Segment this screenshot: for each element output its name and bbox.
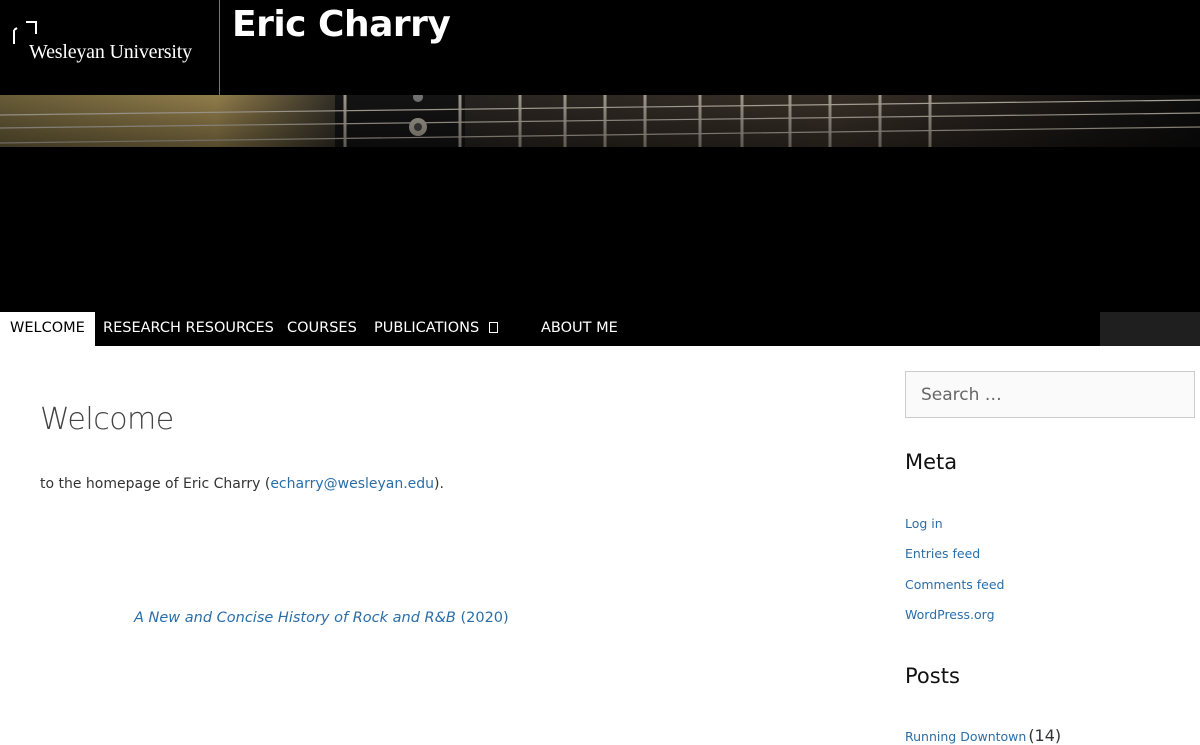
nav-item-courses[interactable]: COURSES <box>287 312 357 346</box>
nav-item-publications[interactable]: PUBLICATIONS <box>374 312 499 346</box>
nav-item-publications-label: PUBLICATIONS <box>374 320 480 336</box>
comments-feed-link[interactable]: Comments feed <box>905 577 1004 592</box>
submenu-toggle-icon[interactable] <box>489 322 499 333</box>
main-navigation: WELCOME RESEARCH RESOURCES COURSES PUBLI… <box>0 312 1200 346</box>
site-title[interactable]: Eric Charry <box>232 4 451 45</box>
intro-suffix: ). <box>434 476 444 492</box>
page-title: Welcome <box>40 402 174 437</box>
intro-text: to the homepage of Eric Charry (echarry@… <box>40 476 444 492</box>
header-banner-image <box>0 95 1200 147</box>
posts-widget-title: Posts <box>905 664 960 688</box>
nav-item-welcome[interactable]: WELCOME <box>0 312 95 346</box>
log-in-link[interactable]: Log in <box>905 516 943 531</box>
book-title: A New and Concise History of Rock and R&… <box>134 610 456 626</box>
nav-item-about-me[interactable]: ABOUT ME <box>541 312 618 346</box>
post-category-link[interactable]: Running Downtown <box>905 729 1026 744</box>
meta-widget-title: Meta <box>905 450 958 474</box>
list-item: Running Downtown (14) <box>905 726 1061 745</box>
entries-feed-link[interactable]: Entries feed <box>905 546 980 561</box>
search-input[interactable] <box>905 371 1195 418</box>
post-count: (14) <box>1028 726 1062 745</box>
wesleyan-logo[interactable]: Wesleyan University <box>0 0 220 95</box>
site-header: Wesleyan University Eric Charry <box>0 0 1200 312</box>
nav-search-area <box>1100 312 1200 346</box>
book-link[interactable]: A New and Concise History of Rock and R&… <box>134 610 509 626</box>
nav-item-research-resources[interactable]: RESEARCH RESOURCES <box>103 312 274 346</box>
email-link[interactable]: echarry@wesleyan.edu <box>270 476 434 492</box>
wordpress-org-link[interactable]: WordPress.org <box>905 607 995 622</box>
university-name: Wesleyan University <box>29 41 192 63</box>
intro-prefix: to the homepage of Eric Charry ( <box>40 476 271 492</box>
book-year: (2020) <box>455 610 509 626</box>
